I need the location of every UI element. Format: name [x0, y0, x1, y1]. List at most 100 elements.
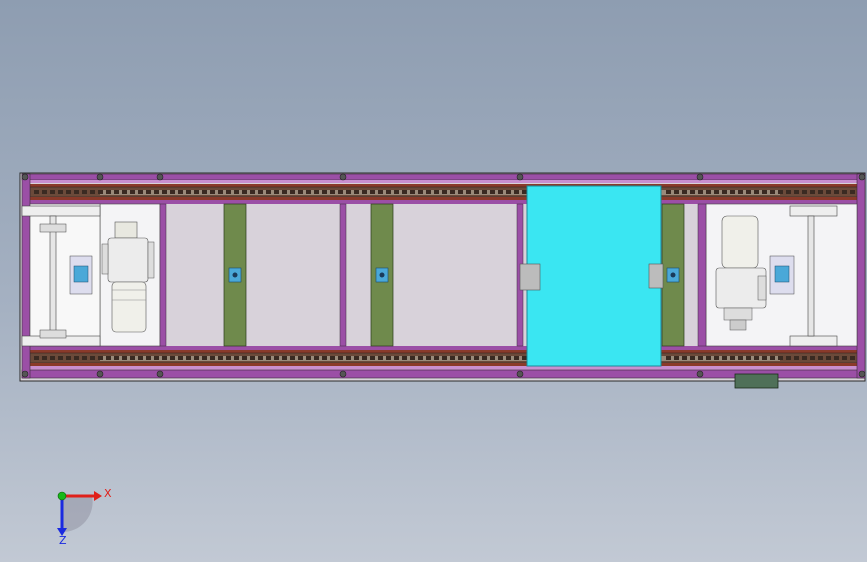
chain-link	[378, 190, 383, 194]
chain-link	[834, 190, 839, 194]
chain-link	[730, 190, 735, 194]
chain-link	[698, 190, 703, 194]
chain-link	[474, 190, 479, 194]
chain-link	[162, 190, 167, 194]
chain-link	[402, 356, 407, 360]
chain-link	[138, 356, 143, 360]
chain-link	[242, 356, 247, 360]
chain-link	[346, 356, 351, 360]
chain-link	[194, 356, 199, 360]
chain-link	[818, 356, 823, 360]
chain-link	[178, 356, 183, 360]
chain-link	[762, 190, 767, 194]
chain-link	[226, 190, 231, 194]
chain-link	[442, 190, 447, 194]
chain-link	[322, 356, 327, 360]
chain-link	[682, 356, 687, 360]
chain-link	[674, 356, 679, 360]
chain-link	[386, 190, 391, 194]
chain-link	[466, 356, 471, 360]
chain-link	[730, 356, 735, 360]
chain-link	[338, 190, 343, 194]
chain-link	[50, 190, 55, 194]
chain-link	[298, 356, 303, 360]
chain-link	[826, 356, 831, 360]
chain-link	[82, 190, 87, 194]
chain-link	[714, 190, 719, 194]
chain-link	[122, 356, 127, 360]
chain-link	[74, 356, 79, 360]
conveyor-assembly[interactable]	[19, 172, 866, 389]
chain-link	[130, 190, 135, 194]
chain-link	[90, 356, 95, 360]
chain-link	[362, 190, 367, 194]
chain-link	[146, 190, 151, 194]
chain-link	[186, 356, 191, 360]
chain-link	[274, 356, 279, 360]
chain-link	[514, 356, 519, 360]
chain-link	[378, 356, 383, 360]
chain-link	[34, 190, 39, 194]
chain-link	[258, 356, 263, 360]
chain-link	[498, 356, 503, 360]
chain-link	[490, 356, 495, 360]
chain-link	[354, 356, 359, 360]
chain-link	[42, 356, 47, 360]
chain-link	[666, 190, 671, 194]
chain-link	[58, 356, 63, 360]
chain-link	[66, 356, 71, 360]
chain-link	[82, 356, 87, 360]
mount-hole	[96, 370, 104, 378]
mount-hole	[156, 173, 164, 181]
chain-link	[466, 190, 471, 194]
chain-link	[458, 356, 463, 360]
chain-link	[330, 356, 335, 360]
chain-link	[346, 190, 351, 194]
chain-link	[474, 356, 479, 360]
view-triad[interactable]: X Z	[57, 487, 112, 547]
chain-link	[426, 190, 431, 194]
sensor-icon	[379, 272, 385, 278]
chain-link	[666, 356, 671, 360]
chain-link	[258, 190, 263, 194]
chain-link	[306, 356, 311, 360]
chain-link	[754, 190, 759, 194]
x-arrow-icon	[94, 491, 102, 501]
chain-link	[394, 356, 399, 360]
cyan-pallet[interactable]	[519, 185, 664, 367]
control-box[interactable]	[734, 373, 779, 389]
chain-link	[42, 190, 47, 194]
chain-link	[850, 190, 855, 194]
chain-link	[314, 356, 319, 360]
chain-link	[138, 190, 143, 194]
chain-link	[218, 190, 223, 194]
chain-link	[266, 356, 271, 360]
chain-link	[234, 356, 239, 360]
chain-link	[850, 356, 855, 360]
chain-link	[370, 356, 375, 360]
chain-link	[162, 356, 167, 360]
chain-link	[242, 190, 247, 194]
cad-canvas[interactable]: X Z	[0, 0, 867, 562]
chain-link	[354, 190, 359, 194]
chain-link	[418, 356, 423, 360]
chain-link	[314, 190, 319, 194]
chain-link	[834, 356, 839, 360]
chain-link	[114, 356, 119, 360]
chain-link	[210, 190, 215, 194]
chain-link	[522, 356, 527, 360]
chain-link	[434, 356, 439, 360]
chain-link	[434, 190, 439, 194]
chain-link	[106, 356, 111, 360]
chain-link	[786, 190, 791, 194]
chain-link	[362, 356, 367, 360]
graphics-viewport[interactable]: X Z	[0, 0, 867, 562]
chain-link	[746, 356, 751, 360]
chain-link	[130, 356, 135, 360]
chain-link	[698, 356, 703, 360]
chain-link	[482, 356, 487, 360]
chain-link	[842, 356, 847, 360]
chain-link	[210, 356, 215, 360]
mount-hole	[696, 370, 704, 378]
chain-link	[514, 190, 519, 194]
